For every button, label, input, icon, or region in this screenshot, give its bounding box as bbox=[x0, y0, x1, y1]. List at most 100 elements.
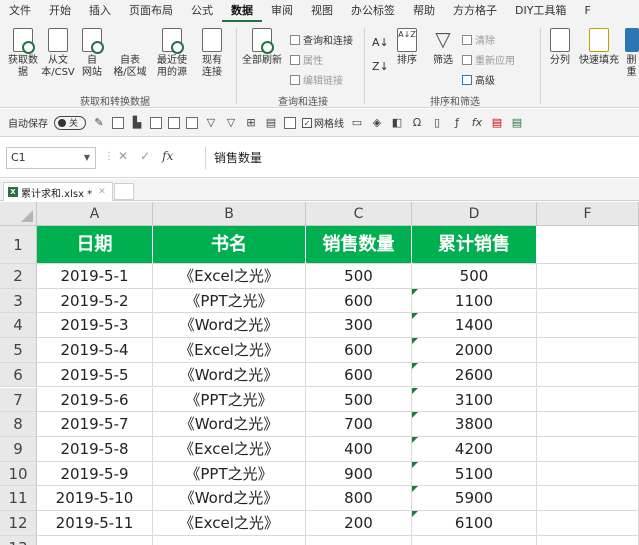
table-cell[interactable]: 《PPT之光》 bbox=[153, 387, 306, 413]
table-cell[interactable]: 800 bbox=[306, 486, 412, 511]
table-cell[interactable]: 3800 bbox=[412, 412, 537, 437]
row-header[interactable]: 10 bbox=[0, 461, 37, 487]
row-header[interactable]: 2 bbox=[0, 264, 37, 289]
delete-rows-icon[interactable]: ▤ bbox=[490, 116, 504, 130]
table-cell[interactable]: 500 bbox=[306, 264, 412, 289]
from-web-button[interactable]: 自 网站 bbox=[78, 28, 106, 79]
new-tab-button[interactable] bbox=[114, 183, 134, 200]
column-header[interactable]: B bbox=[153, 202, 306, 226]
table-cell[interactable]: 2019-5-3 bbox=[37, 313, 153, 339]
insert-function-icon[interactable]: fx bbox=[162, 149, 173, 163]
menu-tab[interactable]: 方方格子 bbox=[444, 0, 506, 22]
empty-cell[interactable] bbox=[537, 436, 639, 462]
more-commands-icon[interactable]: ▤ bbox=[510, 116, 524, 130]
row-header[interactable]: 13 bbox=[0, 535, 37, 545]
column-header[interactable]: D bbox=[412, 202, 537, 226]
empty-cell[interactable] bbox=[537, 288, 639, 314]
name-box[interactable]: C1 ▼ bbox=[6, 147, 96, 169]
empty-cell[interactable] bbox=[537, 264, 639, 289]
table-cell[interactable]: 2019-5-9 bbox=[37, 461, 153, 487]
table-cell[interactable]: 700 bbox=[306, 412, 412, 437]
table-cell[interactable]: 300 bbox=[306, 313, 412, 339]
table-cell[interactable]: 2019-5-8 bbox=[37, 436, 153, 462]
row-header[interactable]: 1 bbox=[0, 226, 37, 264]
queries-connections-button[interactable]: 查询和连接 bbox=[290, 32, 353, 47]
cancel-icon[interactable]: ✕ bbox=[118, 149, 128, 163]
symbol-icon[interactable]: Ω bbox=[410, 116, 424, 130]
filter-button[interactable]: ▽ 筛选 bbox=[430, 28, 456, 67]
table-cell[interactable]: 《PPT之光》 bbox=[153, 461, 306, 487]
table-cell[interactable]: 2019-5-11 bbox=[37, 511, 153, 536]
column-header[interactable]: F bbox=[537, 202, 639, 226]
font-color-icon[interactable]: ◧ bbox=[390, 116, 404, 130]
empty-cell[interactable] bbox=[537, 412, 639, 437]
empty-cell[interactable] bbox=[537, 362, 639, 388]
clear-filter-icon[interactable]: ▽ bbox=[224, 116, 238, 130]
empty-cell[interactable] bbox=[537, 511, 639, 536]
table-cell[interactable]: 《Word之光》 bbox=[153, 362, 306, 388]
column-header[interactable]: C bbox=[306, 202, 412, 226]
table-cell[interactable]: 900 bbox=[306, 461, 412, 487]
header-cell[interactable]: 销售数量 bbox=[306, 226, 412, 264]
header-cell[interactable]: 日期 bbox=[37, 226, 153, 264]
row-header[interactable]: 8 bbox=[0, 412, 37, 437]
table-cell[interactable]: 《Excel之光》 bbox=[153, 264, 306, 289]
row-header[interactable]: 9 bbox=[0, 436, 37, 462]
row-header[interactable]: 7 bbox=[0, 387, 37, 413]
sort-ascending-button[interactable]: A↓ bbox=[372, 36, 389, 49]
table-cell[interactable]: 1400 bbox=[412, 313, 537, 339]
select-all-button[interactable] bbox=[0, 202, 37, 226]
table-cell[interactable]: 600 bbox=[306, 288, 412, 314]
table-cell[interactable]: 《Excel之光》 bbox=[153, 338, 306, 363]
empty-cell[interactable] bbox=[412, 535, 537, 545]
chart-icon[interactable]: ▙ bbox=[130, 116, 144, 130]
reapply-button[interactable]: 重新应用 bbox=[462, 52, 515, 67]
from-text-button[interactable]: 从文 本/CSV bbox=[40, 28, 76, 79]
advanced-filter-button[interactable]: 高级 bbox=[462, 72, 495, 87]
table-cell[interactable]: 5100 bbox=[412, 461, 537, 487]
table-cell[interactable]: 3100 bbox=[412, 387, 537, 413]
borders-icon[interactable] bbox=[284, 116, 296, 129]
filter-icon[interactable]: ▽ bbox=[204, 116, 218, 130]
table-cell[interactable]: 600 bbox=[306, 362, 412, 388]
get-data-button[interactable]: 获取数 据 bbox=[6, 28, 40, 79]
table-cell[interactable]: 《PPT之光》 bbox=[153, 288, 306, 314]
formula-input[interactable]: 销售数量 bbox=[205, 147, 262, 169]
table-cell[interactable]: 《Word之光》 bbox=[153, 412, 306, 437]
row-header[interactable]: 11 bbox=[0, 486, 37, 511]
autosave-toggle[interactable]: 关 bbox=[54, 115, 86, 130]
table-cell[interactable]: 5900 bbox=[412, 486, 537, 511]
refresh-all-button[interactable]: 全部刷新 bbox=[240, 28, 284, 67]
table-cell[interactable]: 400 bbox=[306, 436, 412, 462]
table-cell[interactable]: 《Excel之光》 bbox=[153, 436, 306, 462]
menu-tab[interactable]: 办公标签 bbox=[342, 0, 404, 22]
chevron-down-icon[interactable]: ▼ bbox=[84, 148, 90, 168]
strikethrough-fx-icon[interactable]: ƒ bbox=[450, 116, 464, 130]
table-cell[interactable]: 2600 bbox=[412, 362, 537, 388]
row-header[interactable]: 3 bbox=[0, 288, 37, 314]
empty-cell[interactable] bbox=[537, 313, 639, 339]
fill-color-icon[interactable]: ▭ bbox=[350, 116, 364, 130]
table-cell[interactable]: 500 bbox=[412, 264, 537, 289]
table-cell[interactable]: 2000 bbox=[412, 338, 537, 363]
tab-workbook[interactable]: X 累计求和.xlsx * ✕ bbox=[3, 182, 113, 201]
sort-descending-button[interactable]: Z↓ bbox=[372, 60, 389, 73]
row-header[interactable]: 6 bbox=[0, 362, 37, 388]
table-cell[interactable]: 4200 bbox=[412, 436, 537, 462]
menu-tab[interactable]: 数据 bbox=[222, 0, 262, 22]
row-header[interactable]: 5 bbox=[0, 338, 37, 363]
insert-shape-icon[interactable]: ▯ bbox=[430, 116, 444, 130]
close-icon[interactable]: ✕ bbox=[98, 187, 106, 197]
table-cell[interactable]: 2019-5-4 bbox=[37, 338, 153, 363]
table-cell[interactable]: 2019-5-2 bbox=[37, 288, 153, 314]
merge-icon[interactable]: ⊞ bbox=[244, 116, 258, 130]
empty-cell[interactable] bbox=[37, 535, 153, 545]
split-column-button[interactable]: 分列 bbox=[548, 28, 572, 67]
table-cell[interactable]: 2019-5-1 bbox=[37, 264, 153, 289]
empty-cell[interactable] bbox=[537, 535, 639, 545]
header-cell[interactable]: 累计销售 bbox=[412, 226, 537, 264]
menu-tab[interactable]: DIY工具箱 bbox=[506, 0, 575, 22]
resize-handle-icon[interactable]: ⋮ bbox=[104, 151, 114, 162]
empty-cell[interactable] bbox=[537, 486, 639, 511]
table-cell[interactable]: 2019-5-7 bbox=[37, 412, 153, 437]
